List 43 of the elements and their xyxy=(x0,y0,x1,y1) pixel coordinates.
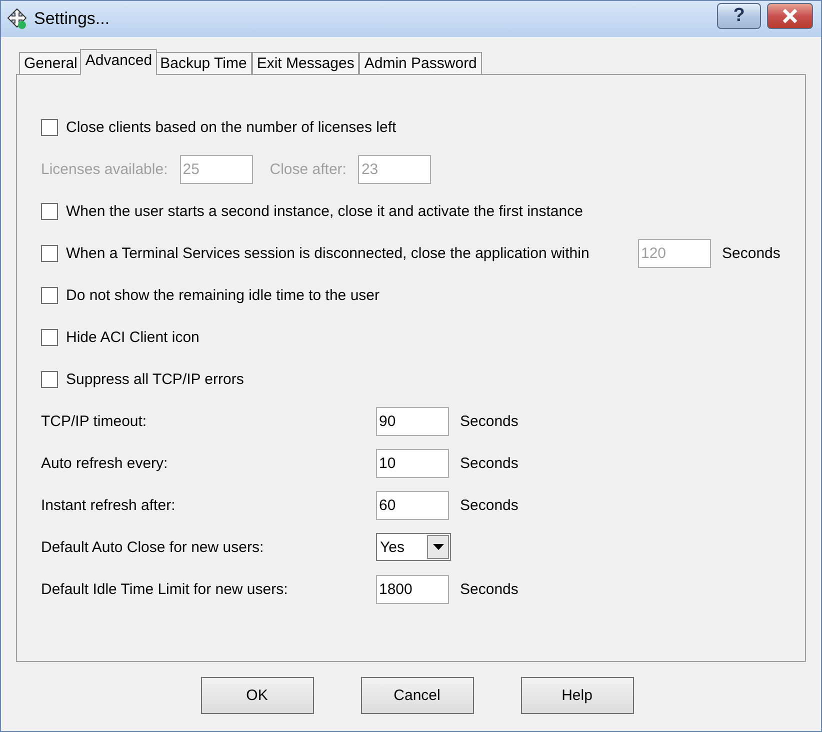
close-icon xyxy=(782,9,798,23)
setting-label: Default Idle Time Limit for new users: xyxy=(41,580,289,598)
unit-label: Seconds xyxy=(722,244,780,262)
unit-label: Seconds xyxy=(460,580,518,598)
app-icon xyxy=(6,8,28,30)
setting-label: TCP/IP timeout: xyxy=(41,412,148,430)
setting-label: Default Auto Close for new users: xyxy=(41,538,265,556)
window-title: Settings... xyxy=(34,9,111,29)
checkbox[interactable] xyxy=(41,286,58,304)
dropdown-arrow-icon xyxy=(432,544,444,550)
dropdown[interactable]: Yes xyxy=(376,533,451,561)
tab[interactable]: Admin Password xyxy=(359,52,482,75)
number-field[interactable]: 90 xyxy=(376,406,449,436)
unit-label: Seconds xyxy=(460,412,518,430)
close-button[interactable] xyxy=(767,3,813,29)
dialog-button[interactable]: Help xyxy=(520,677,634,714)
unit-label: Seconds xyxy=(460,454,518,472)
tab[interactable]: Exit Messages xyxy=(252,52,360,75)
checkbox-label: Do not show the remaining idle time to the user xyxy=(66,286,380,304)
checkbox-label: When a Terminal Services session is disconnected, close the application within xyxy=(66,244,590,262)
field-label: Close after: xyxy=(270,160,346,178)
number-field[interactable]: 1800 xyxy=(376,574,449,604)
tab[interactable]: Backup Time xyxy=(155,52,252,75)
checkbox[interactable] xyxy=(41,328,58,346)
field-label: Licenses available: xyxy=(41,160,168,178)
number-field[interactable]: 10 xyxy=(376,448,449,478)
checkbox[interactable] xyxy=(41,244,58,262)
checkbox[interactable] xyxy=(41,202,58,220)
checkbox[interactable] xyxy=(41,370,58,388)
setting-label: Instant refresh after: xyxy=(41,496,176,514)
number-field[interactable]: 60 xyxy=(376,490,449,520)
dialog-button[interactable]: OK xyxy=(200,677,314,714)
checkbox-label: When the user starts a second instance, close it and activate the first instance xyxy=(66,202,583,220)
checkbox-label: Hide ACI Client icon xyxy=(66,328,200,346)
checkbox-label: Suppress all TCP/IP errors xyxy=(66,370,244,388)
setting-label: Auto refresh every: xyxy=(41,454,169,472)
tab[interactable]: Advanced xyxy=(80,49,158,75)
dialog-button[interactable]: Cancel xyxy=(360,677,474,714)
unit-label: Seconds xyxy=(460,496,518,514)
help-button[interactable]: ? xyxy=(717,3,761,29)
checkbox[interactable] xyxy=(41,118,58,136)
checkbox-label: Close clients based on the number of licenses left xyxy=(66,118,396,136)
tab[interactable]: General xyxy=(19,52,82,75)
